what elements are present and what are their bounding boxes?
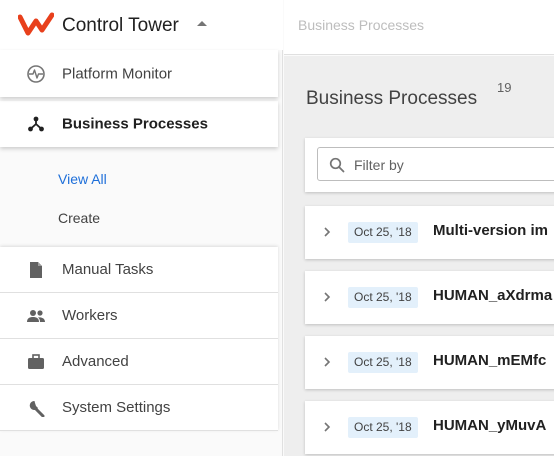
search-icon (329, 157, 345, 173)
brand-header[interactable]: Control Tower (0, 0, 283, 50)
top-bar: Business Processes (284, 0, 554, 55)
sidebar-item-label: Business Processes (62, 115, 208, 133)
workflow-icon (26, 114, 46, 134)
sidebar-item-label: System Settings (62, 399, 171, 416)
chevron-right-icon[interactable] (322, 356, 332, 368)
process-row[interactable]: Oct 25, '18 HUMAN_aXdrma (305, 271, 554, 324)
sidebar-item-system-settings[interactable]: System Settings (0, 385, 278, 431)
process-name: HUMAN_yMuvA (433, 417, 547, 434)
date-badge: Oct 25, '18 (348, 352, 418, 373)
sidebar-item-label: Platform Monitor (62, 65, 173, 82)
brand-logo-icon (18, 12, 54, 36)
people-icon (26, 306, 46, 326)
date-badge: Oct 25, '18 (348, 222, 418, 243)
document-icon (26, 260, 46, 280)
filter-card (305, 138, 554, 192)
sidebar-menu: Manual Tasks Workers Advanced System Set… (0, 247, 278, 431)
breadcrumb[interactable]: Business Processes (298, 17, 424, 33)
monitor-pulse-icon (26, 64, 46, 84)
process-name: HUMAN_mEMfc (433, 352, 547, 369)
item-count-badge: 19 (497, 80, 512, 95)
sidebar-item-workers[interactable]: Workers (0, 293, 278, 339)
sidebar-item-manual-tasks[interactable]: Manual Tasks (0, 247, 278, 293)
sidebar-item-business-processes[interactable]: Business Processes (0, 101, 278, 147)
sidebar-item-label: Manual Tasks (62, 261, 154, 278)
sidebar-subitem-view-all[interactable]: View All (58, 171, 107, 187)
chevron-right-icon[interactable] (322, 291, 332, 303)
briefcase-icon (26, 352, 46, 372)
sidebar-item-platform-monitor[interactable]: Platform Monitor (0, 50, 278, 97)
process-name: Multi-version im (433, 222, 549, 239)
wrench-icon (26, 398, 46, 418)
sidebar-subitem-create[interactable]: Create (58, 210, 100, 226)
app-title: Control Tower (62, 15, 179, 36)
process-name: HUMAN_aXdrma (433, 287, 553, 304)
date-badge: Oct 25, '18 (348, 417, 418, 438)
page-title: Business Processes (306, 88, 478, 109)
sidebar-item-label: Workers (62, 307, 118, 324)
caret-up-icon[interactable] (197, 21, 207, 26)
sidebar-item-label: Advanced (62, 353, 129, 370)
filter-input[interactable] (354, 154, 554, 176)
chevron-right-icon[interactable] (322, 226, 332, 238)
date-badge: Oct 25, '18 (348, 287, 418, 308)
sidebar-item-advanced[interactable]: Advanced (0, 339, 278, 385)
sidebar: Control Tower Platform Monitor Business … (0, 0, 283, 456)
chevron-right-icon[interactable] (322, 421, 332, 433)
process-row[interactable]: Oct 25, '18 HUMAN_mEMfc (305, 336, 554, 389)
process-row[interactable]: Oct 25, '18 Multi-version im (305, 206, 554, 259)
main-content: Business Processes 19 Oct 25, '18 Multi-… (284, 56, 554, 456)
filter-field[interactable] (317, 147, 554, 181)
process-row[interactable]: Oct 25, '18 HUMAN_yMuvA (305, 401, 554, 454)
